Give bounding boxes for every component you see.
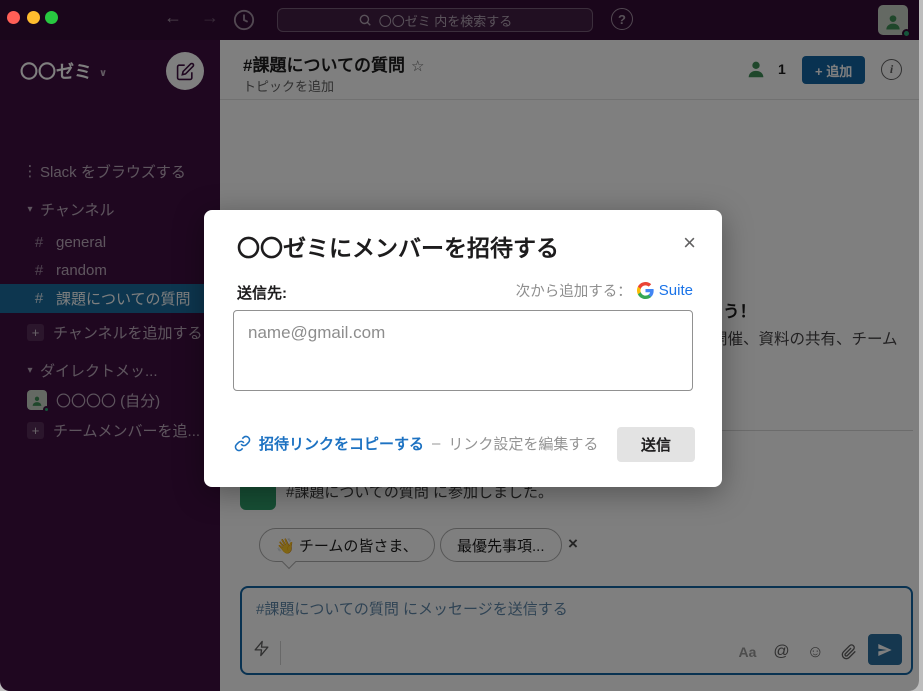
add-from-group[interactable]: 次から追加する： Suite bbox=[516, 280, 693, 301]
screenshot-stage: ← → 〇〇ゼミ 内を検索する ? 〇〇ゼミ∨ ⋮ S bbox=[0, 0, 923, 691]
copy-invite-link-button[interactable]: 招待リンクをコピーする bbox=[259, 433, 424, 454]
link-chain-icon[interactable] bbox=[234, 435, 251, 452]
send-to-label: 送信先: bbox=[237, 282, 287, 303]
minimize-window-button[interactable] bbox=[27, 11, 40, 24]
gsuite-label: Suite bbox=[659, 282, 693, 299]
google-g-icon bbox=[637, 282, 654, 299]
close-icon[interactable]: × bbox=[683, 232, 696, 254]
edit-link-settings-button[interactable]: リンク設定を編集する bbox=[448, 433, 598, 454]
modal-title: 〇〇ゼミにメンバーを招待する bbox=[237, 229, 559, 263]
invite-members-modal: 〇〇ゼミにメンバーを招待する × 送信先: 次から追加する： Suite 招待リ… bbox=[204, 210, 722, 487]
window-controls bbox=[0, 0, 80, 40]
close-window-button[interactable] bbox=[7, 11, 20, 24]
invite-email-input[interactable] bbox=[233, 310, 693, 391]
add-from-label: 次から追加する： bbox=[516, 280, 632, 301]
slack-window: ← → 〇〇ゼミ 内を検索する ? 〇〇ゼミ∨ ⋮ S bbox=[0, 0, 919, 691]
send-invite-button[interactable]: 送信 bbox=[617, 427, 695, 462]
invite-link-row: 招待リンクをコピーする – リンク設定を編集する bbox=[234, 433, 598, 454]
separator-dash: – bbox=[432, 435, 440, 452]
zoom-window-button[interactable] bbox=[45, 11, 58, 24]
